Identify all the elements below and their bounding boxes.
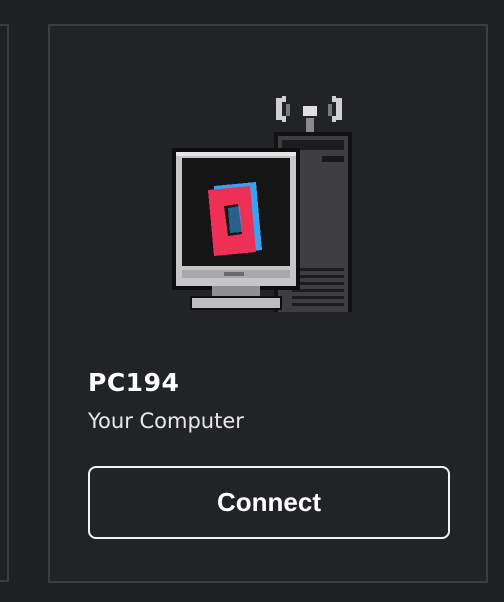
antenna-icon — [276, 96, 342, 136]
device-card[interactable]: PC194 Your Computer Connect — [48, 24, 488, 583]
computer-icon — [172, 96, 352, 312]
device-subtitle: Your Computer — [88, 409, 244, 433]
connect-button[interactable]: Connect — [88, 466, 450, 539]
logo-icon — [208, 182, 262, 256]
device-name: PC194 — [88, 368, 180, 397]
adjacent-card — [0, 24, 9, 582]
